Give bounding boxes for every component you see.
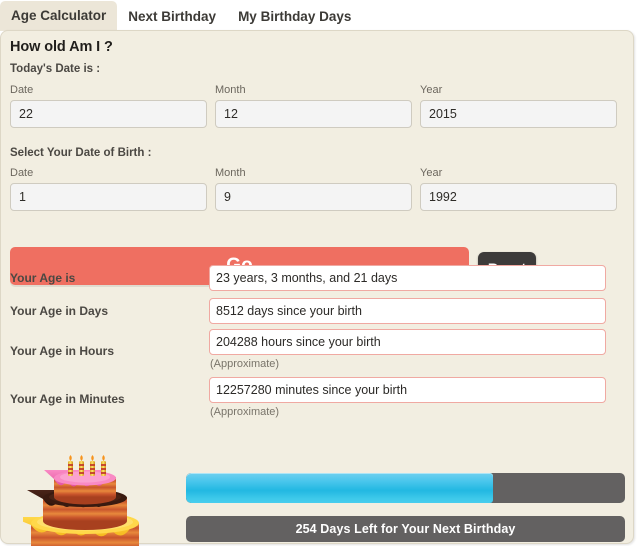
result-label-hours: Your Age in Hours <box>10 344 115 358</box>
today-date-input[interactable] <box>10 100 207 128</box>
result-value-minutes[interactable] <box>209 377 606 403</box>
dob-year-input[interactable] <box>420 183 617 211</box>
dob-month-label: Month <box>215 167 246 179</box>
dob-month-input[interactable] <box>215 183 412 211</box>
tab-next-birthday[interactable]: Next Birthday <box>117 3 227 32</box>
calculator-panel: How old Am I ? Today's Date is : Date Mo… <box>0 30 634 546</box>
result-label-days: Your Age in Days <box>10 304 109 318</box>
result-note-minutes: (Approximate) <box>210 406 280 418</box>
result-label-minutes: Your Age in Minutes <box>10 392 125 406</box>
dob-year-label: Year <box>420 167 443 179</box>
result-value-age[interactable] <box>209 265 606 291</box>
dob-heading: Select Your Date of Birth : <box>10 147 152 159</box>
dob-date-label: Date <box>10 167 34 179</box>
today-month-label: Month <box>215 84 246 96</box>
page-title: How old Am I ? <box>10 39 113 55</box>
result-value-hours[interactable] <box>209 329 606 355</box>
next-birthday-label: 254 Days Left for Your Next Birthday <box>295 522 516 536</box>
tab-bar: Age Calculator Next Birthday My Birthday… <box>0 0 640 31</box>
result-note-hours: (Approximate) <box>210 358 280 370</box>
tab-label: Next Birthday <box>128 8 217 24</box>
today-date-label: Date <box>10 84 34 96</box>
dob-date-input[interactable] <box>10 183 207 211</box>
tab-my-birthday-days[interactable]: My Birthday Days <box>227 3 362 32</box>
today-month-input[interactable] <box>215 100 412 128</box>
tab-label: My Birthday Days <box>238 8 352 24</box>
birthday-cake-icon <box>11 455 148 546</box>
todays-date-heading: Today's Date is : <box>10 63 101 75</box>
birthday-progress-fill <box>186 473 494 503</box>
today-year-label: Year <box>420 84 443 96</box>
tab-age-calculator[interactable]: Age Calculator <box>0 0 118 31</box>
tab-label: Age Calculator <box>11 7 107 23</box>
next-birthday-banner: 254 Days Left for Your Next Birthday <box>186 516 625 542</box>
today-year-input[interactable] <box>420 100 617 128</box>
age-calculator-app: Age Calculator Next Birthday My Birthday… <box>0 0 640 546</box>
result-value-days[interactable] <box>209 298 606 324</box>
birthday-progress-bar <box>186 473 625 503</box>
result-label-age: Your Age is <box>10 271 76 285</box>
